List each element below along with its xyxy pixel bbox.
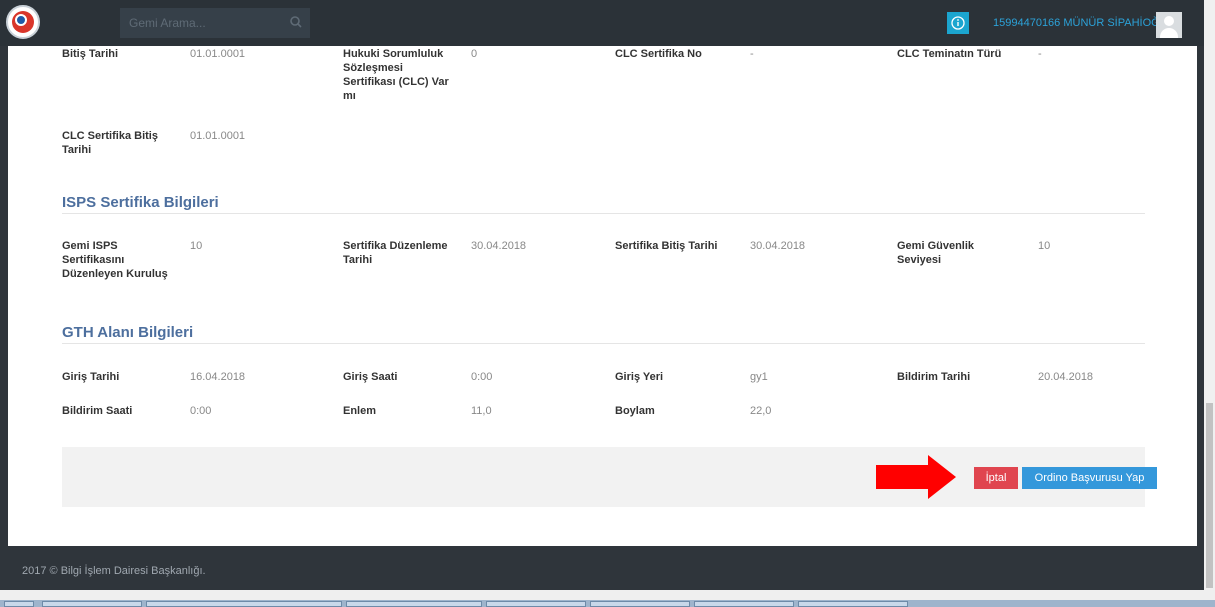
- field-value: 16.04.2018: [190, 371, 246, 383]
- field-value: 10: [1038, 240, 1051, 252]
- field-value: 0:00: [471, 371, 493, 383]
- vertical-scrollbar[interactable]: [1204, 0, 1215, 590]
- os-taskbar: [0, 600, 1215, 607]
- field-label: Bitiş Tarihi: [62, 48, 119, 60]
- scrollbar-thumb[interactable]: [1206, 403, 1213, 588]
- divider: [62, 343, 1145, 344]
- info-icon: [951, 16, 965, 30]
- search-icon[interactable]: [288, 14, 304, 30]
- field-label: Enlem: [343, 405, 377, 417]
- field-label: Gemi Güvenlik Seviyesi: [897, 240, 975, 266]
- field-value: gy1: [750, 371, 768, 383]
- field-value: 01.01.0001: [190, 48, 246, 60]
- field-label: Bildirim Saati: [62, 405, 133, 417]
- field-value: 30.04.2018: [750, 240, 806, 252]
- field-value: -: [750, 48, 754, 60]
- field-label: Giriş Yeri: [615, 371, 664, 383]
- taskbar-item[interactable]: [798, 601, 908, 607]
- field-value: -: [1038, 48, 1042, 60]
- search-box: [120, 8, 310, 38]
- annotation-arrow-icon: [876, 455, 956, 499]
- field-label: Sertifika Düzenleme Tarihi: [343, 240, 448, 266]
- field-label: CLC Sertifika Bitiş Tarihi: [62, 130, 158, 156]
- taskbar-item[interactable]: [694, 601, 794, 607]
- taskbar-item[interactable]: [42, 601, 142, 607]
- top-navbar: 15994470166 MÜNÜR SİPAHİOĞLU: [0, 0, 1204, 46]
- info-button[interactable]: [947, 12, 969, 34]
- user-name-link[interactable]: 15994470166 MÜNÜR SİPAHİOĞLU: [993, 17, 1174, 29]
- avatar[interactable]: [1156, 12, 1182, 38]
- field-value: 0:00: [190, 405, 212, 417]
- taskbar-item[interactable]: [590, 601, 690, 607]
- logo-icon[interactable]: [6, 5, 40, 39]
- taskbar-item[interactable]: [346, 601, 482, 607]
- section-title-isps: ISPS Sertifika Bilgileri: [62, 194, 219, 211]
- taskbar-item[interactable]: [486, 601, 586, 607]
- section-title-gth: GTH Alanı Bilgileri: [62, 324, 194, 341]
- field-label: Boylam: [615, 405, 655, 417]
- taskbar-start[interactable]: [4, 601, 34, 607]
- field-value: 10: [190, 240, 203, 252]
- field-label: Giriş Tarihi: [62, 371, 120, 383]
- field-label: CLC Sertifika No: [615, 48, 702, 60]
- field-label: CLC Teminatın Türü: [897, 48, 1002, 60]
- field-value: 11,0: [471, 405, 492, 417]
- field-label: Bildirim Tarihi: [897, 371, 971, 383]
- field-label: Hukuki Sorumluluk Sözleşmesi Sertifikası…: [343, 48, 449, 102]
- field-label: Sertifika Bitiş Tarihi: [615, 240, 718, 252]
- horizontal-scrollbar[interactable]: [0, 590, 1215, 600]
- ordino-apply-button[interactable]: Ordino Başvurusu Yap: [1022, 467, 1157, 489]
- field-value: 22,0: [750, 405, 772, 417]
- cancel-button[interactable]: İptal: [974, 467, 1018, 489]
- field-label: Giriş Saati: [343, 371, 398, 383]
- field-value: 30.04.2018: [471, 240, 527, 252]
- field-value: 0: [471, 48, 478, 60]
- field-value: 20.04.2018: [1038, 371, 1094, 383]
- field-label: Gemi ISPS Sertifikasını Düzenleyen Kurul…: [62, 240, 168, 280]
- footer-copyright: 2017 © Bilgi İşlem Dairesi Başkanlığı.: [22, 565, 206, 577]
- ship-search-input[interactable]: [120, 8, 280, 38]
- main-content: Bitiş Tarihi 01.01.0001 Hukuki Sorumlulu…: [8, 46, 1197, 546]
- field-value: 01.01.0001: [190, 130, 246, 142]
- taskbar-item[interactable]: [146, 601, 342, 607]
- divider: [62, 213, 1145, 214]
